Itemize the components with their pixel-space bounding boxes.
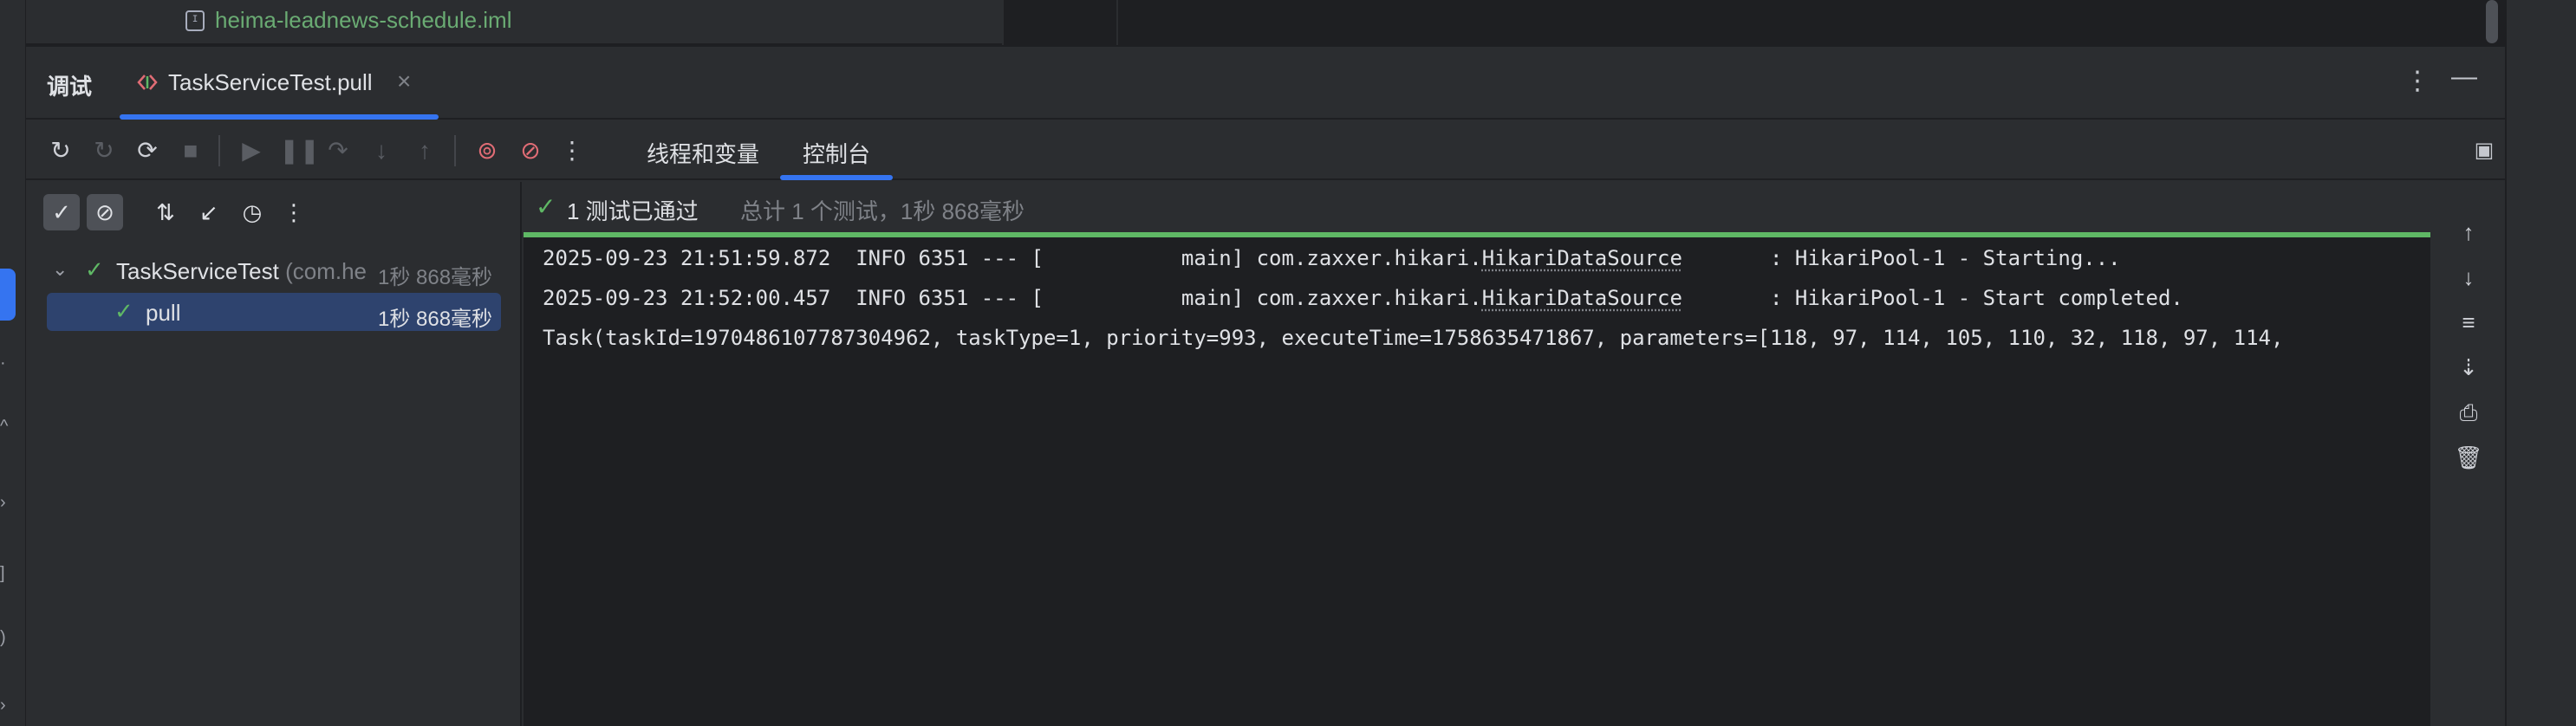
module-file-icon: I	[185, 10, 205, 31]
strip-icon[interactable]: )	[0, 626, 12, 650]
rerun-failed-icon[interactable]: ↻	[88, 133, 120, 168]
strip-icon[interactable]: ·	[0, 351, 12, 375]
layout-settings-icon[interactable]: ▣	[2469, 135, 2500, 166]
test-suite-row[interactable]: ⌄ ✓ TaskServiceTest (com.he 1秒 868毫秒	[26, 251, 522, 289]
test-filter-toolbar: ✓ ⊘ ⇅ ↙ ◷ ⋮	[26, 182, 522, 243]
editor-scrollbar[interactable]	[2486, 0, 2498, 43]
class-reference-link[interactable]: HikariDataSource	[1482, 246, 1682, 270]
show-ignored-icon[interactable]: ⊘	[87, 194, 123, 230]
test-history-icon[interactable]: ◷	[234, 194, 270, 230]
strip-icon[interactable]: ›	[0, 490, 12, 515]
editor-gutter-divider	[1116, 0, 1118, 45]
console-side-toolbar: ↑ ↓ ≡ ⇣ ⎙ 🗑	[2432, 182, 2505, 726]
test-case-row[interactable]: ✓ pull 1秒 868毫秒	[47, 293, 501, 331]
rerun-icon[interactable]: ↻	[45, 133, 76, 168]
passed-check-icon: ✓	[85, 256, 104, 282]
print-icon[interactable]: ⎙	[2453, 397, 2484, 428]
test-case-duration: 1秒 868毫秒	[378, 308, 493, 331]
toolbar-more-icon[interactable]: ⋮	[556, 133, 588, 168]
strip-active-indicator[interactable]	[0, 269, 16, 321]
console-line: Task(taskId=1970486107787304962, taskTyp…	[543, 326, 2284, 350]
toolbar-separator	[218, 135, 220, 166]
run-tab-label: TaskServiceTest.pull	[168, 69, 373, 95]
test-case-name: pull	[146, 300, 181, 326]
project-tree-area: I heima-leadnews-schedule.iml	[26, 0, 1002, 45]
step-over-icon[interactable]: ↷	[322, 133, 354, 168]
collapse-all-icon[interactable]: ↙	[191, 194, 227, 230]
console-pane: ✓ 1 测试已通过 总计 1 个测试，1秒 868毫秒 2025-09-23 2…	[524, 182, 2430, 726]
debug-tab-bar: 调试 TaskServiceTest.pull × ⋮ —	[26, 47, 2505, 120]
pause-icon[interactable]: ❚❚	[279, 133, 320, 168]
rerun-automatically-icon[interactable]: ⟳	[132, 133, 163, 168]
more-options-icon[interactable]: ⋮	[2404, 66, 2430, 96]
test-status-detail: 总计 1 个测试，1秒 868毫秒	[740, 198, 1025, 224]
strip-icon[interactable]: ]	[0, 561, 12, 586]
soft-wrap-icon[interactable]: ≡	[2453, 307, 2484, 338]
show-passed-icon[interactable]: ✓	[43, 194, 80, 230]
test-suite-name: TaskServiceTest (com.he	[116, 258, 367, 284]
debug-tool-window: 调试 TaskServiceTest.pull × ⋮ — ↻ ↻ ⟳ ■ ▶ …	[26, 47, 2505, 726]
chevron-down-icon[interactable]: ⌄	[52, 258, 68, 281]
step-into-icon[interactable]: ↓	[366, 133, 397, 168]
resume-icon[interactable]: ▶	[236, 133, 267, 168]
test-status-bar: ✓ 1 测试已通过 总计 1 个测试，1秒 868毫秒	[524, 182, 2430, 232]
debug-toolbar: ↻ ↻ ⟳ ■ ▶ ❚❚ ↷ ↓ ↑ ⊚ ⊘ ⋮ 线程和变量 控制台 ▣	[26, 121, 2505, 180]
close-icon[interactable]: ×	[397, 68, 411, 95]
filter-more-icon[interactable]: ⋮	[276, 194, 312, 230]
active-tab-indicator	[120, 114, 439, 120]
active-subtab-indicator	[780, 175, 893, 180]
test-suite-duration: 1秒 868毫秒	[378, 266, 493, 289]
editor-area	[1002, 0, 2505, 45]
scroll-down-icon[interactable]: ↓	[2453, 262, 2484, 293]
stop-icon[interactable]: ■	[175, 133, 206, 168]
strip-icon[interactable]: ›	[0, 693, 12, 717]
tab-threads-variables[interactable]: 线程和变量	[647, 137, 759, 169]
step-out-icon[interactable]: ↑	[409, 133, 440, 168]
minimize-icon[interactable]: —	[2451, 62, 2477, 92]
console-line: 2025-09-23 21:51:59.872 INFO 6351 --- [ …	[543, 246, 2121, 270]
passed-check-icon: ✓	[114, 298, 133, 324]
tool-window-title: 调试	[47, 74, 93, 100]
toolbar-separator	[454, 135, 456, 166]
console-output[interactable]: 2025-09-23 21:51:59.872 INFO 6351 --- [ …	[524, 237, 2430, 726]
passed-check-icon: ✓	[536, 193, 556, 220]
console-line: 2025-09-23 21:52:00.457 INFO 6351 --- [ …	[543, 286, 2183, 310]
test-status-summary: 1 测试已通过	[567, 198, 699, 224]
tab-console[interactable]: 控制台	[803, 137, 870, 169]
test-run-icon	[137, 75, 158, 90]
clear-all-icon[interactable]: 🗑	[2453, 442, 2484, 473]
mute-breakpoints-icon[interactable]: ⊘	[515, 133, 546, 168]
scroll-to-end-icon[interactable]: ⇣	[2453, 352, 2484, 383]
class-reference-link[interactable]: HikariDataSource	[1482, 286, 1682, 310]
run-config-tab[interactable]: TaskServiceTest.pull ×	[120, 47, 439, 120]
sort-icon[interactable]: ⇅	[147, 194, 184, 230]
test-suite-package: (com.he	[285, 258, 367, 284]
test-tree-pane: ✓ ⊘ ⇅ ↙ ◷ ⋮ ⌄ ✓ TaskServiceTest (com.he …	[26, 182, 522, 726]
project-file-item[interactable]: heima-leadnews-schedule.iml	[215, 7, 512, 34]
scroll-up-icon[interactable]: ↑	[2453, 217, 2484, 248]
strip-icon[interactable]: ^	[0, 414, 12, 438]
right-tool-strip	[2505, 0, 2576, 726]
view-breakpoints-icon[interactable]: ⊚	[472, 133, 503, 168]
left-tool-strip: · ^ › ] ) ›	[0, 0, 26, 726]
